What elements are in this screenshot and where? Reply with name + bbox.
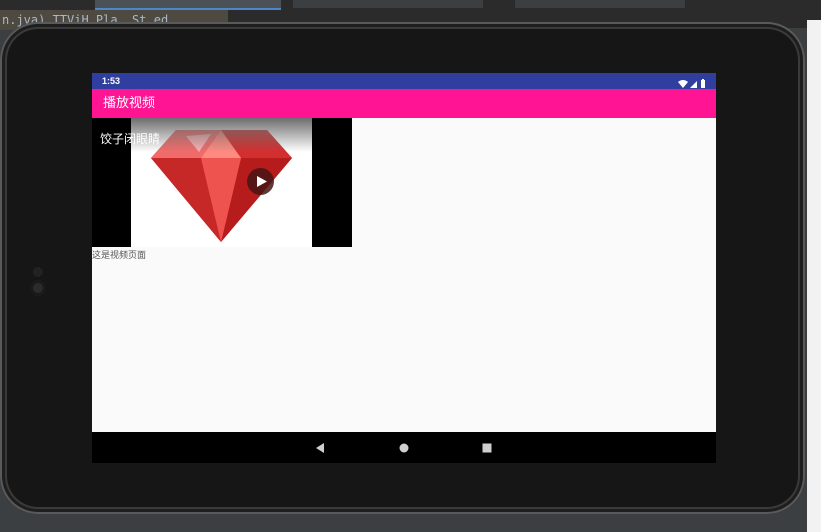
ide-side-panel	[807, 20, 821, 532]
signal-icon	[690, 81, 697, 88]
camera-icon	[30, 280, 46, 296]
status-bar: 1:53	[92, 73, 716, 89]
status-icons	[676, 75, 708, 88]
recents-icon	[482, 443, 492, 453]
ide-tab[interactable]	[293, 0, 483, 8]
home-button[interactable]	[396, 440, 412, 456]
recents-button[interactable]	[479, 440, 495, 456]
status-time: 1:53	[102, 76, 121, 86]
home-icon	[399, 443, 409, 453]
sensor-icon	[33, 267, 43, 277]
battery-icon	[701, 80, 705, 88]
page-title: 播放视频	[103, 96, 156, 111]
video-player[interactable]: 饺子闭眼睛	[92, 118, 352, 247]
navigation-bar	[92, 432, 716, 463]
wifi-icon	[678, 80, 688, 88]
ide-tab-active[interactable]	[95, 0, 281, 10]
page-label: 这是视频页面	[92, 251, 147, 261]
back-button[interactable]	[312, 440, 328, 456]
video-title: 饺子闭眼睛	[100, 132, 161, 146]
ide-tab[interactable]	[515, 0, 685, 8]
play-icon	[257, 176, 267, 187]
device-screen: 1:53 播放视频 饺子闭眼睛 这是视频页面	[92, 73, 716, 463]
back-icon	[316, 443, 324, 453]
play-button[interactable]	[247, 168, 274, 195]
app-toolbar: 播放视频	[92, 89, 716, 118]
